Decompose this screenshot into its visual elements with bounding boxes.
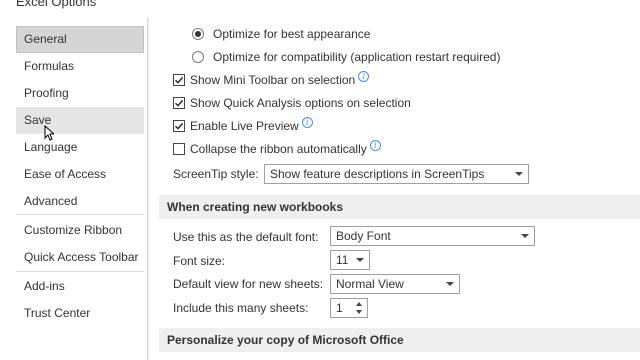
info-icon[interactable]: i (301, 116, 313, 128)
collapse-ribbon-label: Collapse the ribbon automatically (190, 142, 367, 156)
stepper-down-icon[interactable] (356, 310, 362, 314)
quick-analysis-label: Show Quick Analysis options on selection (190, 96, 411, 110)
info-icon[interactable]: i (369, 139, 381, 151)
optimize-compat-radio[interactable] (192, 51, 204, 63)
sidebar-item-ease-of-access[interactable]: Ease of Access (16, 161, 144, 188)
options-content: Optimize for best appearance Optimize fo… (149, 18, 640, 360)
quick-analysis-option[interactable]: Show Quick Analysis options on selection (173, 93, 411, 113)
screentip-style-label: ScreenTip style: (173, 167, 259, 181)
collapse-ribbon-checkbox[interactable] (173, 143, 185, 155)
mini-toolbar-label: Show Mini Toolbar on selection (190, 73, 356, 87)
quick-analysis-checkbox[interactable] (173, 97, 185, 109)
default-view-value: Normal View (336, 277, 404, 291)
chevron-down-icon (521, 234, 529, 238)
sidebar-item-label: Quick Access Toolbar (24, 250, 139, 264)
section-header-personalize: Personalize your copy of Microsoft Offic… (159, 328, 640, 352)
sidebar-item-label: Language (24, 140, 78, 154)
sidebar-item-label: Customize Ribbon (24, 223, 123, 237)
optimize-appearance-option[interactable]: Optimize for best appearance (192, 24, 370, 44)
checkmark-icon (175, 99, 184, 107)
info-icon[interactable]: i (358, 70, 370, 82)
chevron-down-icon (446, 282, 454, 286)
checkmark-icon (175, 122, 184, 130)
sheet-count-value: 1 (336, 301, 343, 315)
sidebar-item-label: General (24, 32, 67, 46)
collapse-ribbon-option[interactable]: Collapse the ribbon automatically i (173, 139, 381, 159)
font-size-label: Font size: (173, 254, 226, 268)
sidebar-divider (16, 271, 144, 272)
sidebar-item-label: Advanced (24, 194, 78, 208)
sidebar-item-quick-access-toolbar[interactable]: Quick Access Toolbar (16, 244, 144, 271)
mini-toolbar-option[interactable]: Show Mini Toolbar on selection i (173, 70, 370, 90)
chevron-down-icon (356, 258, 364, 262)
sidebar-item-customize-ribbon[interactable]: Customize Ribbon (16, 217, 144, 244)
sidebar-item-general[interactable]: General (16, 26, 144, 53)
sidebar-item-label: Add-ins (24, 279, 65, 293)
title-bar: Excel Options (0, 0, 640, 18)
optimize-appearance-label: Optimize for best appearance (213, 27, 371, 41)
live-preview-option[interactable]: Enable Live Preview i (173, 116, 313, 136)
optimize-compat-option[interactable]: Optimize for compatibility (application … (192, 47, 500, 67)
default-view-label: Default view for new sheets: (173, 277, 324, 291)
sidebar-item-advanced[interactable]: Advanced (16, 188, 144, 215)
sidebar-item-proofing[interactable]: Proofing (16, 80, 144, 107)
checkmark-icon (175, 76, 184, 84)
screentip-style-dropdown[interactable]: Show feature descriptions in ScreenTips (264, 164, 529, 184)
font-size-dropdown[interactable]: 11 (330, 250, 370, 270)
sidebar-divider (16, 214, 144, 215)
sheet-count-label: Include this many sheets: (173, 301, 309, 315)
sheet-count-stepper[interactable]: 1 (330, 298, 368, 318)
window-title: Excel Options (16, 0, 97, 9)
options-sidebar: General Formulas Proofing Save Language … (0, 18, 148, 360)
sidebar-item-save[interactable]: Save (16, 107, 144, 134)
default-font-label: Use this as the default font: (173, 230, 319, 244)
sidebar-item-label: Proofing (24, 86, 69, 100)
optimize-appearance-radio[interactable] (192, 28, 204, 40)
sidebar-item-label: Trust Center (24, 306, 91, 320)
live-preview-checkbox[interactable] (173, 120, 185, 132)
default-font-dropdown[interactable]: Body Font (330, 226, 535, 246)
mini-toolbar-checkbox[interactable] (173, 74, 185, 86)
sidebar-item-label: Formulas (24, 59, 75, 73)
live-preview-label: Enable Live Preview (190, 119, 299, 133)
sidebar-item-language[interactable]: Language (16, 134, 144, 161)
sidebar-item-formulas[interactable]: Formulas (16, 53, 144, 80)
optimize-compat-label: Optimize for compatibility (application … (213, 50, 501, 64)
default-view-dropdown[interactable]: Normal View (330, 274, 460, 294)
section-header-new-workbooks: When creating new workbooks (159, 195, 640, 219)
stepper-arrows[interactable] (356, 301, 364, 315)
mouse-pointer-icon (44, 125, 54, 141)
default-font-value: Body Font (336, 229, 391, 243)
sidebar-item-label: Ease of Access (24, 167, 107, 181)
font-size-value: 11 (336, 253, 349, 267)
stepper-up-icon[interactable] (356, 302, 362, 306)
screentip-style-value: Show feature descriptions in ScreenTips (270, 167, 485, 181)
sidebar-item-trust-center[interactable]: Trust Center (16, 300, 144, 327)
chevron-down-icon (515, 172, 523, 176)
sidebar-item-add-ins[interactable]: Add-ins (16, 273, 144, 300)
